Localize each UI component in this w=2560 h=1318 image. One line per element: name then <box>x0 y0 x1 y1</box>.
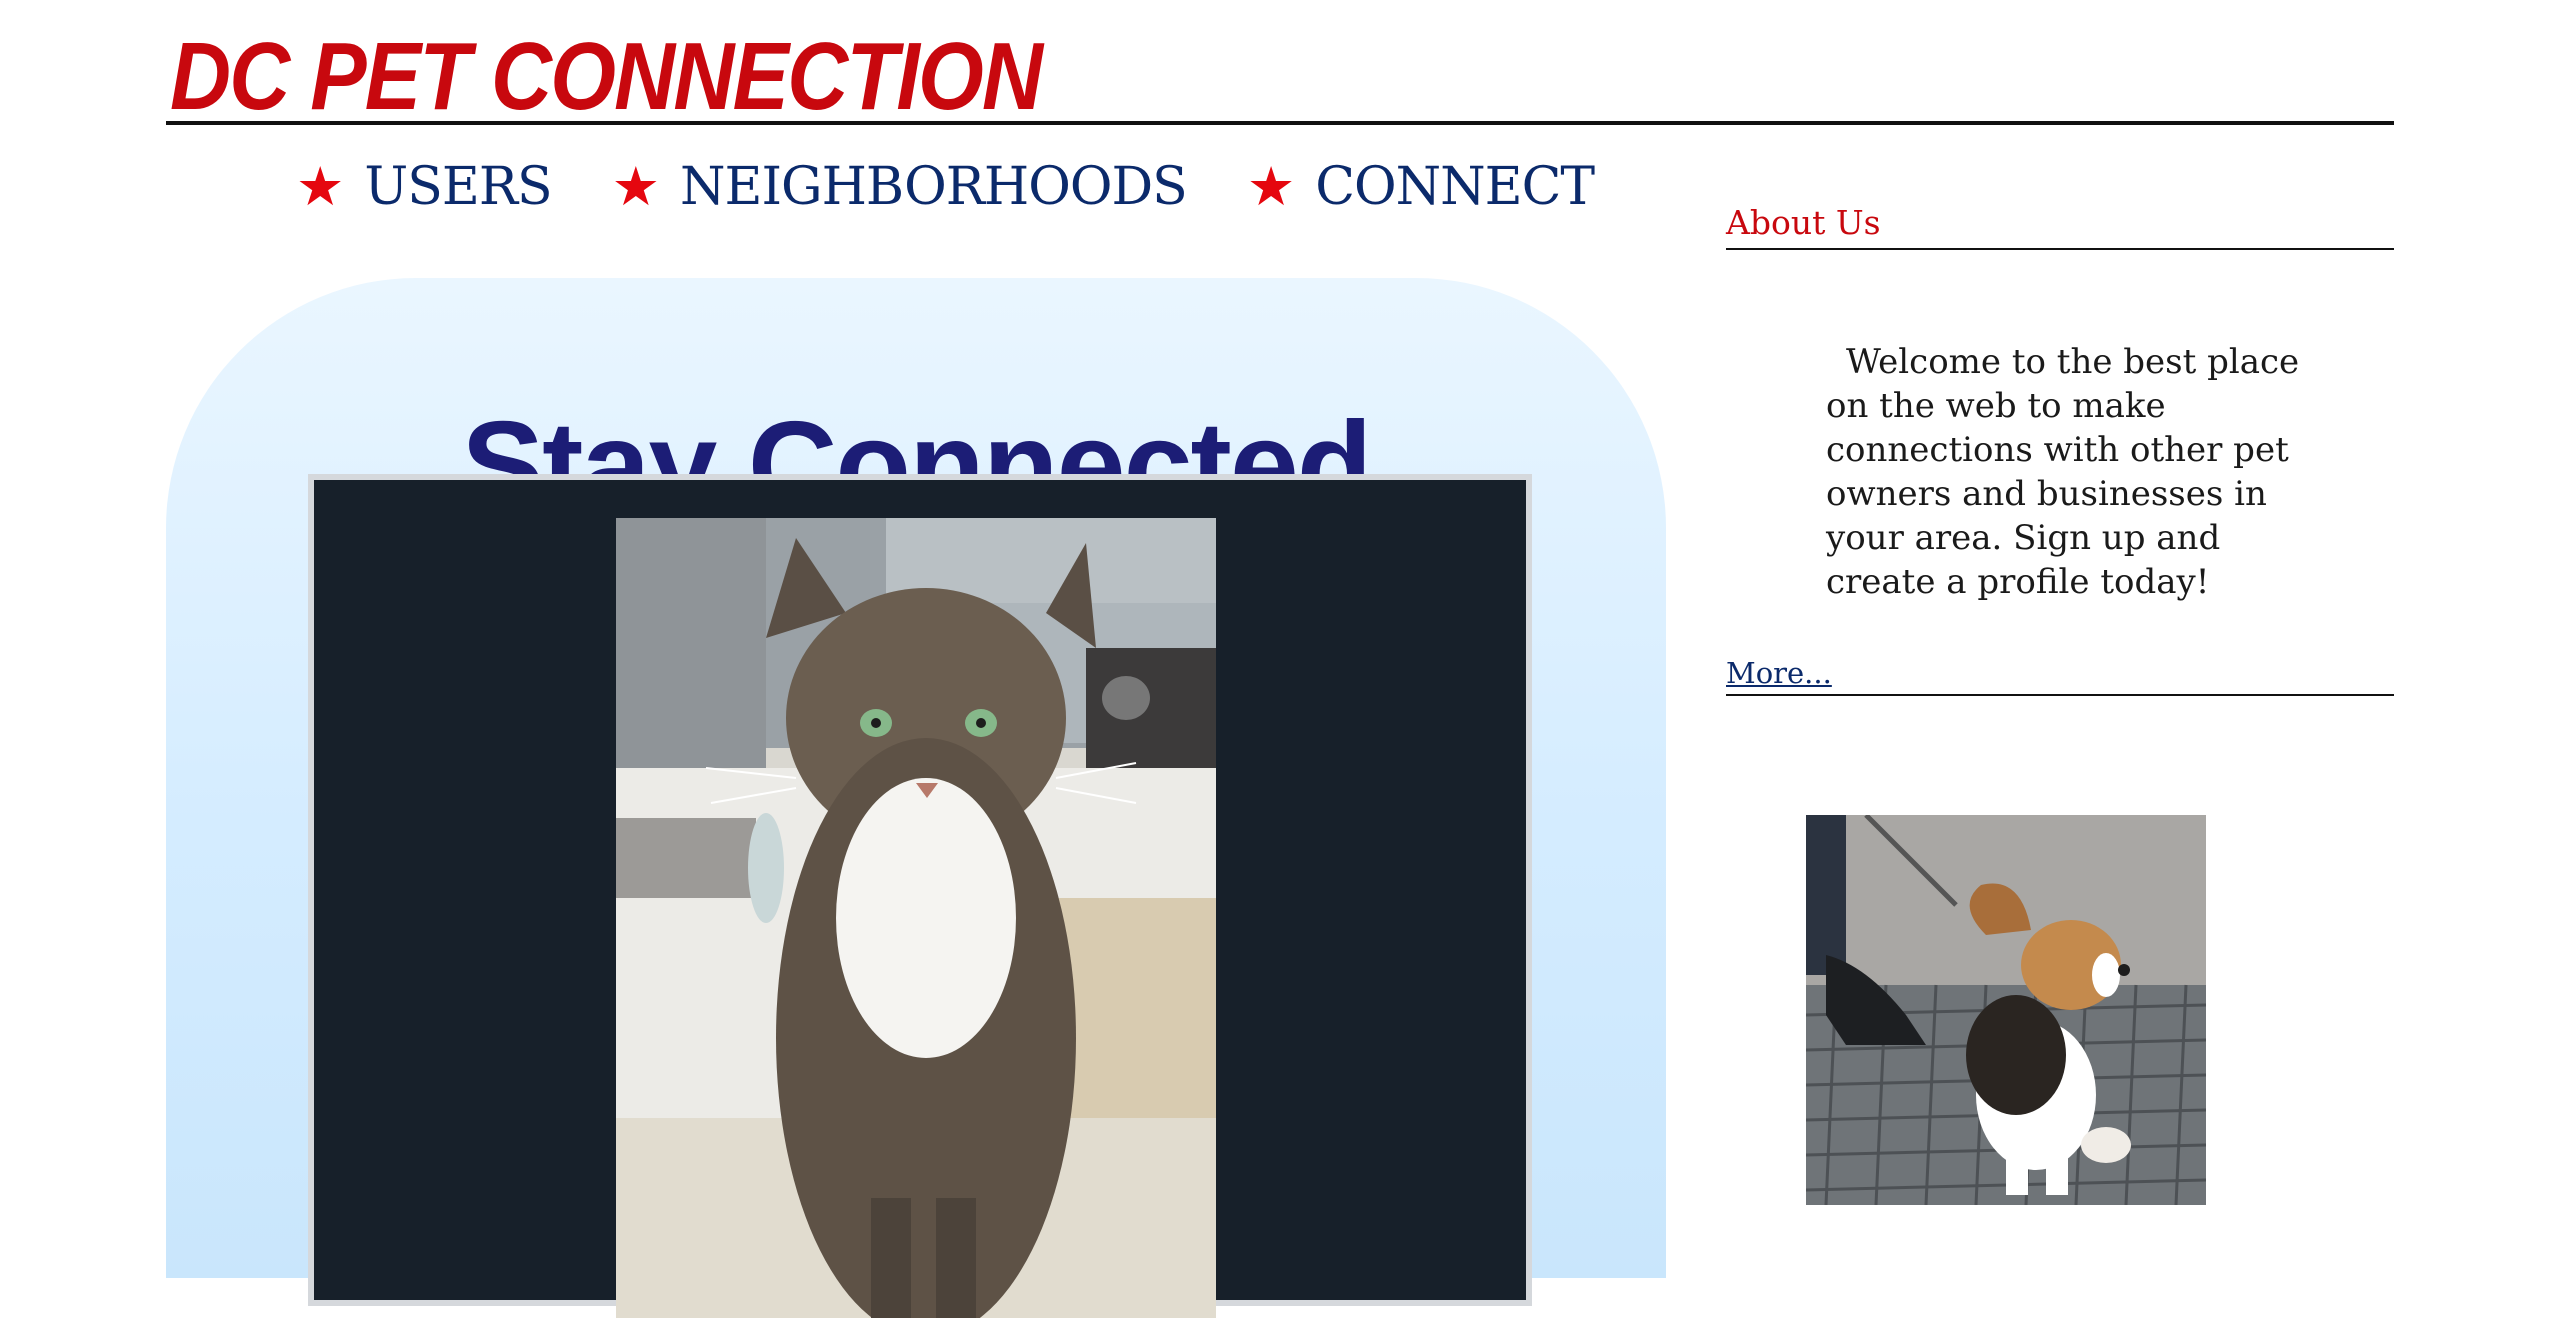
about-us-title: About Us <box>1726 203 1881 242</box>
about-divider-top <box>1726 248 2394 250</box>
star-icon: ★ <box>296 155 345 218</box>
nav-label-users: USERS <box>364 157 552 217</box>
hero-section: Stay Connected <box>166 278 1666 1318</box>
main-nav: ★ USERS ★ NEIGHBORHOODS ★ CONNECT <box>296 152 1654 222</box>
nav-item-users[interactable]: ★ USERS <box>296 155 553 218</box>
more-link[interactable]: More... <box>1726 656 1832 690</box>
star-icon: ★ <box>1246 155 1296 218</box>
title-divider <box>166 121 2394 125</box>
nav-item-neighborhoods[interactable]: ★ NEIGHBORHOODS <box>611 155 1188 218</box>
nav-label-connect: CONNECT <box>1315 157 1595 217</box>
about-us-text: Welcome to the best place on the web to … <box>1826 342 2300 602</box>
cat-photo <box>616 518 1216 1318</box>
site-title: DC PET CONNECTION <box>170 23 1043 130</box>
beagle-puppy-photo <box>1806 815 2206 1205</box>
nav-label-neighborhoods: NEIGHBORHOODS <box>680 157 1188 217</box>
nav-item-connect[interactable]: ★ CONNECT <box>1246 155 1595 218</box>
about-divider-bottom <box>1726 694 2394 696</box>
image-slideshow[interactable] <box>308 474 1532 1318</box>
star-icon: ★ <box>611 155 661 218</box>
